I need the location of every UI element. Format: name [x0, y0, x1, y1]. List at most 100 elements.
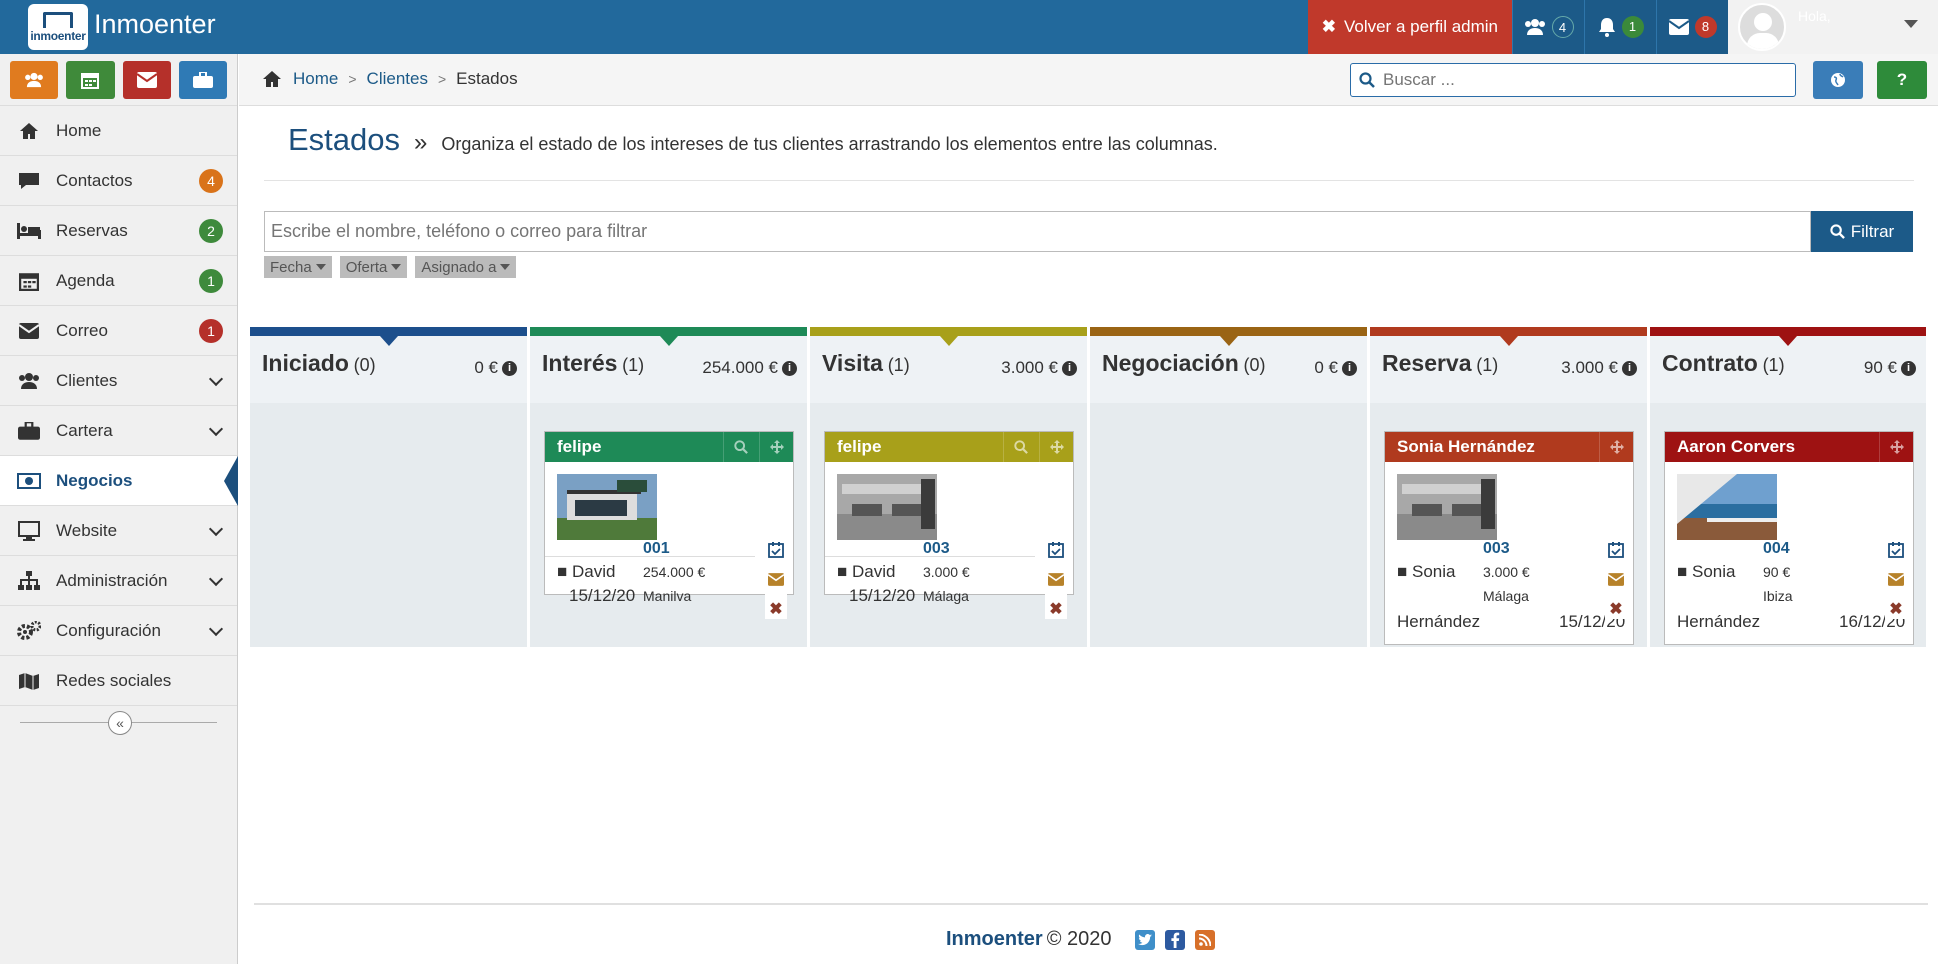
- move-icon[interactable]: [1879, 432, 1913, 462]
- quick-contacts-button[interactable]: [10, 61, 59, 99]
- back-to-admin-button[interactable]: ✖ Volver a perfil admin: [1307, 0, 1512, 54]
- info-icon[interactable]: i: [502, 360, 517, 376]
- column-total-value: 90 €: [1863, 358, 1897, 377]
- sidebar-item-reservas[interactable]: Reservas 2: [0, 206, 237, 256]
- column-total: 0 € i: [1314, 358, 1357, 378]
- filter-chip-fecha[interactable]: Fecha: [264, 256, 332, 278]
- search-icon[interactable]: [1003, 432, 1037, 462]
- property-reference[interactable]: 004: [1763, 540, 1790, 558]
- search-box[interactable]: [1350, 63, 1796, 97]
- deal-card[interactable]: Aaron Corvers 004 90 € Ibiza ■ Sonia Her…: [1664, 431, 1914, 645]
- property-reference[interactable]: 003: [1483, 540, 1510, 558]
- info-icon[interactable]: i: [1622, 360, 1637, 376]
- card-date: 15/12/20: [569, 586, 636, 605]
- calendar-check-icon[interactable]: [1888, 542, 1904, 563]
- app-logo[interactable]: inmoenter: [28, 4, 88, 50]
- envelope-icon[interactable]: [1047, 571, 1065, 591]
- help-button[interactable]: ?: [1877, 61, 1927, 99]
- rss-icon[interactable]: [1195, 929, 1216, 950]
- user-icon: ■: [557, 562, 568, 581]
- sidebar-item-administracion[interactable]: Administración: [0, 556, 237, 606]
- card-title: felipe: [557, 437, 602, 456]
- deal-card[interactable]: felipe 003 3.000 € Málaga ■ David 15/12/…: [824, 431, 1074, 619]
- notifications-button[interactable]: 1: [1584, 0, 1656, 54]
- sidebar-item-correo[interactable]: Correo 1: [0, 306, 237, 356]
- card-header[interactable]: Aaron Corvers: [1665, 432, 1913, 462]
- twitter-icon[interactable]: [1135, 929, 1156, 950]
- sidebar-item-label: Redes sociales: [56, 670, 172, 690]
- sidebar-item-website[interactable]: Website: [0, 506, 237, 556]
- property-price: 3.000 €: [923, 564, 970, 580]
- deal-card[interactable]: felipe 001 254.000 € Manilva ■ David 15/…: [544, 431, 794, 619]
- delete-icon[interactable]: ✖: [1049, 599, 1062, 619]
- briefcase-icon: [192, 72, 213, 88]
- info-icon[interactable]: i: [1901, 360, 1916, 376]
- column-name: Reserva: [1382, 350, 1472, 376]
- deal-card[interactable]: Sonia Hernández 003 3.000 € Málaga ■ Son…: [1384, 431, 1634, 645]
- delete-icon[interactable]: ✖: [1609, 599, 1622, 619]
- filter-box[interactable]: [264, 211, 1811, 252]
- chevron-down-icon: [208, 571, 224, 587]
- move-icon[interactable]: [1039, 432, 1073, 462]
- column-total: 90 € i: [1864, 358, 1916, 378]
- info-icon[interactable]: i: [782, 360, 797, 376]
- filter-button[interactable]: Filtrar: [1811, 211, 1913, 252]
- messages-button[interactable]: 8: [1656, 0, 1728, 54]
- card-actions: ✖: [1605, 542, 1627, 619]
- info-icon[interactable]: i: [1342, 360, 1357, 376]
- card-header[interactable]: felipe: [545, 432, 793, 462]
- facebook-icon[interactable]: [1165, 929, 1186, 950]
- sidebar-item-cartera[interactable]: Cartera: [0, 406, 237, 456]
- sidebar-item-label: Contactos: [56, 170, 133, 190]
- sidebar-item-redes-sociales[interactable]: Redes sociales: [0, 656, 237, 706]
- breadcrumb-clientes-link[interactable]: Clientes: [367, 69, 428, 89]
- agent-surname: Hernández: [1397, 612, 1481, 631]
- column-header: Contrato (1) 90 € i: [1650, 327, 1926, 403]
- gears-icon: [16, 620, 42, 641]
- collapse-sidebar-button[interactable]: «: [108, 711, 132, 735]
- card-header[interactable]: Sonia Hernández: [1385, 432, 1633, 462]
- sidebar-item-agenda[interactable]: Agenda 1: [0, 256, 237, 306]
- envelope-icon[interactable]: [767, 571, 785, 591]
- filter-input[interactable]: [271, 221, 1771, 242]
- calendar-check-icon[interactable]: [1608, 542, 1624, 563]
- card-actions: ✖: [1885, 542, 1907, 619]
- info-icon[interactable]: i: [1062, 360, 1077, 376]
- quick-portfolio-button[interactable]: [178, 61, 227, 99]
- property-photo: [837, 474, 937, 540]
- delete-icon[interactable]: ✖: [1889, 599, 1902, 619]
- sidebar-item-configuracion[interactable]: Configuración: [0, 606, 237, 656]
- move-icon[interactable]: [759, 432, 793, 462]
- filter-chip-asignado[interactable]: Asignado a: [415, 256, 517, 278]
- user-menu[interactable]: Hola,: [1728, 0, 1938, 54]
- envelope-icon[interactable]: [1887, 571, 1905, 591]
- calendar-icon: [16, 271, 42, 291]
- card-agent: ■ Sonia: [1397, 562, 1456, 582]
- search-input[interactable]: [1383, 70, 1763, 90]
- column-reserva: Reserva (1) 3.000 € i Sonia Hernández 003…: [1370, 327, 1648, 647]
- sidebar-item-contactos[interactable]: Contactos 4: [0, 156, 237, 206]
- sidebar-item-clientes[interactable]: Clientes: [0, 356, 237, 406]
- users-button[interactable]: 4: [1512, 0, 1584, 54]
- footer: Inmoenter © 2020: [946, 928, 1216, 951]
- column-name: Visita: [822, 350, 883, 376]
- search-icon[interactable]: [723, 432, 757, 462]
- quick-mail-button[interactable]: [122, 61, 171, 99]
- quick-calendar-button[interactable]: [66, 61, 115, 99]
- property-location: Málaga: [923, 588, 969, 604]
- move-icon[interactable]: [1599, 432, 1633, 462]
- sidebar-item-negocios[interactable]: Negocios: [0, 456, 238, 506]
- language-button[interactable]: [1813, 61, 1863, 99]
- card-header[interactable]: felipe: [825, 432, 1073, 462]
- delete-icon[interactable]: ✖: [769, 599, 782, 619]
- envelope-icon[interactable]: [1607, 571, 1625, 591]
- calendar-check-icon[interactable]: [1048, 542, 1064, 563]
- sidebar-item-home[interactable]: Home: [0, 106, 237, 156]
- sidebar-item-label: Cartera: [56, 420, 113, 440]
- filter-chip-oferta[interactable]: Oferta: [339, 256, 408, 278]
- users-badge: 4: [1551, 16, 1574, 38]
- calendar-check-icon[interactable]: [768, 542, 784, 563]
- app-name: Inmoenter: [94, 9, 216, 39]
- title-separator: »: [414, 129, 428, 156]
- breadcrumb-home-link[interactable]: Home: [293, 69, 338, 89]
